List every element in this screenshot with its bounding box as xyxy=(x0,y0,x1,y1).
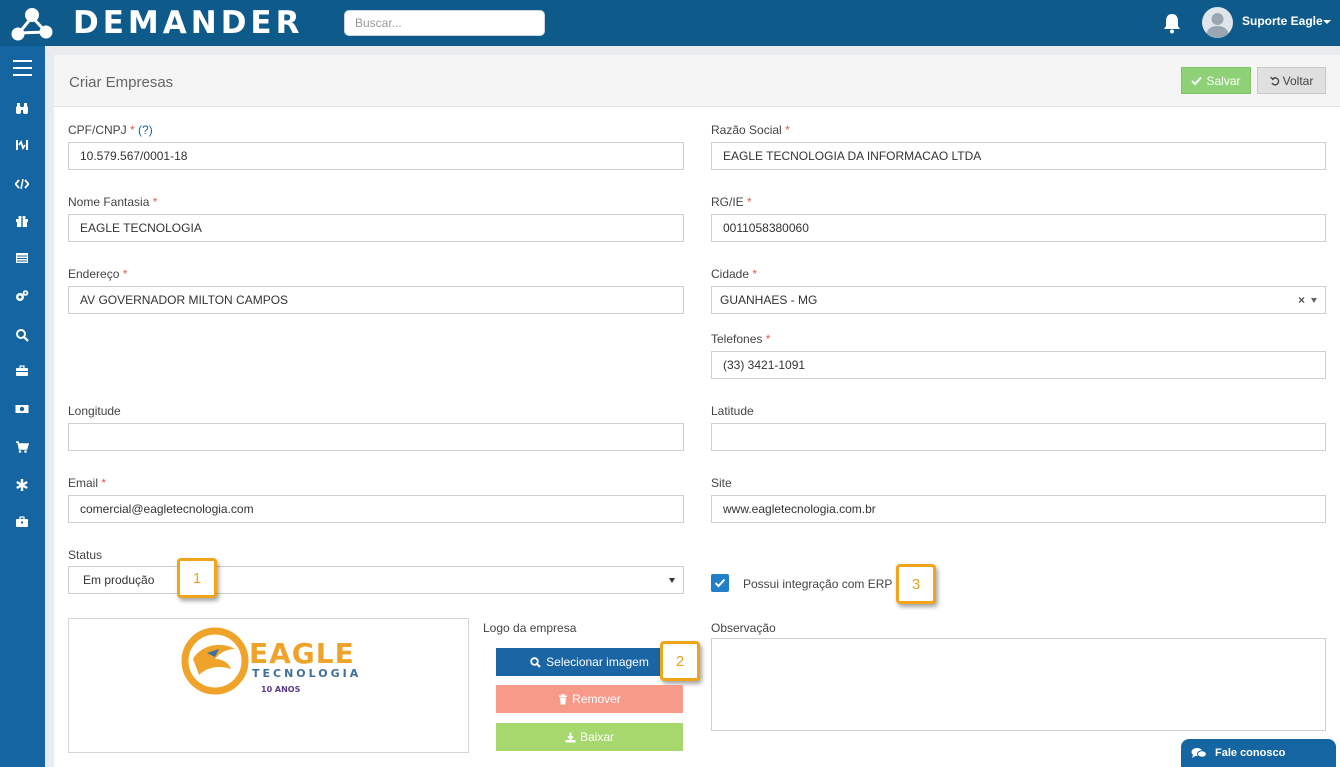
rg-ie-label: RG/IE * xyxy=(711,195,752,209)
search-icon[interactable] xyxy=(13,328,31,342)
telefones-label: Telefones * xyxy=(711,332,771,346)
suitcase-icon[interactable] xyxy=(13,515,31,529)
endereco-field[interactable] xyxy=(68,286,684,314)
cidade-select[interactable]: GUANHAES - MG × xyxy=(711,286,1326,314)
remove-label: Remover xyxy=(572,692,621,706)
status-select[interactable]: Em produção xyxy=(68,566,684,594)
download-icon xyxy=(565,732,576,742)
endereco-label: Endereço * xyxy=(68,267,128,281)
callout-3: 3 xyxy=(896,564,936,604)
erp-checkbox[interactable] xyxy=(711,574,729,592)
nome-fantasia-label: Nome Fantasia * xyxy=(68,195,158,209)
observacao-label: Observação xyxy=(711,621,776,635)
panel-header: Criar Empresas Salvar Voltar xyxy=(54,55,1340,107)
eagle-logo-sub: TECNOLOGIA xyxy=(252,667,362,680)
brand-name[interactable]: DEMANDER xyxy=(73,4,303,42)
cogs-icon[interactable] xyxy=(13,289,31,303)
gift-icon[interactable] xyxy=(13,214,31,228)
callout-1: 1 xyxy=(177,558,217,598)
longitude-label: Longitude xyxy=(68,404,121,418)
callout-2: 2 xyxy=(660,641,700,681)
chat-button[interactable]: Fale conosco xyxy=(1181,739,1336,767)
longitude-field[interactable] xyxy=(68,423,684,451)
check-icon xyxy=(1191,76,1203,85)
save-button-label: Salvar xyxy=(1206,73,1241,88)
nome-fantasia-field[interactable] xyxy=(68,214,684,242)
status-label: Status xyxy=(68,548,103,562)
download-label: Baixar xyxy=(579,730,614,744)
briefcase-icon[interactable] xyxy=(13,364,31,378)
top-bar: DEMANDER Suporte Eagle xyxy=(0,0,1340,46)
cidade-value: GUANHAES - MG xyxy=(720,293,818,307)
asterisk-icon[interactable] xyxy=(13,478,31,492)
cpf-field[interactable] xyxy=(68,142,684,170)
search-input[interactable] xyxy=(344,10,545,36)
bell-icon[interactable] xyxy=(1162,12,1182,34)
back-button[interactable]: Voltar xyxy=(1257,67,1326,94)
download-button[interactable]: Baixar xyxy=(496,723,683,751)
cart-icon[interactable] xyxy=(13,440,31,454)
page-title: Criar Empresas xyxy=(69,74,174,91)
site-field[interactable] xyxy=(711,495,1326,523)
razao-social-field[interactable] xyxy=(711,142,1326,170)
cidade-label: Cidade * xyxy=(711,267,758,281)
list-icon[interactable] xyxy=(13,251,31,265)
main-panel: Criar Empresas Salvar Voltar CPF/CNPJ * … xyxy=(54,55,1340,767)
rg-ie-field[interactable] xyxy=(711,214,1326,242)
back-button-label: Voltar xyxy=(1282,73,1314,88)
demander-logo-icon[interactable] xyxy=(10,5,54,43)
email-label: Email * xyxy=(68,476,107,490)
user-name[interactable]: Suporte Eagle xyxy=(1242,14,1323,28)
check-icon xyxy=(714,578,726,588)
heartbeat-icon[interactable] xyxy=(13,138,31,152)
observacao-field[interactable] xyxy=(711,638,1326,731)
sidebar xyxy=(0,46,45,767)
menu-icon[interactable] xyxy=(13,60,32,76)
save-button[interactable]: Salvar xyxy=(1181,67,1251,94)
eagle-logo-name: EAGLE xyxy=(249,637,355,670)
logo-preview: EAGLE TECNOLOGIA 10 ANOS xyxy=(68,618,469,753)
erp-label[interactable]: Possui integração com ERP xyxy=(743,577,892,591)
remove-button[interactable]: Remover xyxy=(496,685,683,713)
cpf-label: CPF/CNPJ * (?) xyxy=(68,123,153,137)
undo-icon xyxy=(1269,76,1279,85)
avatar[interactable] xyxy=(1202,7,1233,38)
select-image-button[interactable]: Selecionar imagem xyxy=(496,648,683,676)
chat-label: Fale conosco xyxy=(1215,747,1286,759)
logo-label: Logo da empresa xyxy=(483,621,577,635)
razao-social-label: Razão Social * xyxy=(711,123,790,137)
trash-icon xyxy=(559,693,568,704)
clear-icon[interactable]: × xyxy=(1298,293,1305,307)
help-hint[interactable]: (?) xyxy=(138,123,153,137)
latitude-label: Latitude xyxy=(711,404,754,418)
chevron-down-icon[interactable] xyxy=(1323,20,1331,24)
chat-icon xyxy=(1191,748,1207,758)
select-image-label: Selecionar imagem xyxy=(546,655,649,669)
status-value: Em produção xyxy=(83,573,155,587)
user-icon xyxy=(1206,13,1229,38)
eagle-logo-badge: 10 ANOS xyxy=(261,685,301,694)
code-icon[interactable] xyxy=(13,177,31,191)
chevron-down-icon[interactable] xyxy=(1311,298,1317,303)
telefones-field[interactable] xyxy=(711,351,1326,379)
site-label: Site xyxy=(711,476,732,490)
latitude-field[interactable] xyxy=(711,423,1326,451)
chevron-down-icon[interactable] xyxy=(669,578,675,583)
money-icon[interactable] xyxy=(13,402,31,416)
binoculars-icon[interactable] xyxy=(13,101,31,115)
email-field[interactable] xyxy=(68,495,684,523)
search-icon xyxy=(530,656,541,668)
